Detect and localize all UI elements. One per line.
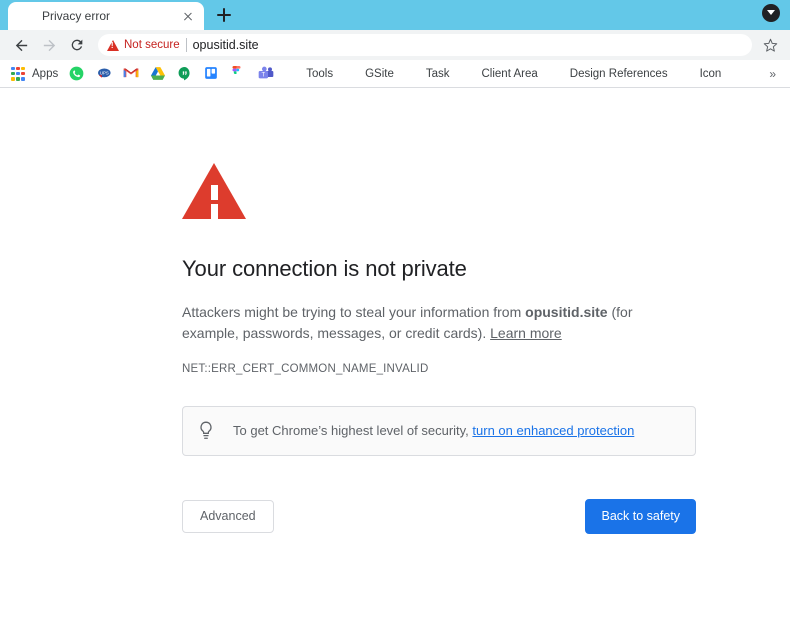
bookmark-folder-task[interactable]: Task bbox=[400, 63, 455, 85]
hangouts-icon bbox=[177, 66, 193, 82]
folder-icon bbox=[549, 66, 565, 82]
advanced-button[interactable]: Advanced bbox=[182, 500, 274, 533]
back-arrow-icon[interactable] bbox=[8, 32, 34, 58]
browser-tab[interactable]: Privacy error bbox=[8, 2, 204, 30]
bookmark-label: GSite bbox=[365, 67, 394, 80]
bookmark-label: Client Area bbox=[481, 67, 538, 80]
page-title: Your connection is not private bbox=[182, 256, 467, 281]
bookmark-microsoft-teams[interactable]: T bbox=[253, 63, 279, 85]
profile-avatar-icon[interactable] bbox=[762, 4, 780, 22]
learn-more-link[interactable]: Learn more bbox=[490, 325, 562, 341]
folder-icon bbox=[285, 66, 301, 82]
svg-text:UPS: UPS bbox=[100, 70, 109, 75]
red-warning-triangle bbox=[182, 163, 246, 219]
bookmark-apps[interactable]: Apps bbox=[6, 63, 63, 85]
close-icon[interactable] bbox=[180, 8, 196, 24]
microsoft-teams-icon: T bbox=[258, 66, 274, 82]
bookmark-label: Task bbox=[425, 67, 450, 80]
ssl-interstitial: Your connection is not private Attackers… bbox=[182, 88, 698, 534]
enhanced-protection-tip: To get Chrome’s highest level of securit… bbox=[182, 406, 696, 456]
tab-strip: Privacy error bbox=[0, 0, 790, 30]
bookmarks-overflow-button[interactable]: » bbox=[769, 67, 776, 81]
bookmark-folder-client-area[interactable]: Client Area bbox=[456, 63, 543, 85]
browser-toolbar: Not secure opusitid.site bbox=[0, 30, 790, 60]
security-label: Not secure bbox=[124, 39, 180, 51]
bookmark-hangouts[interactable] bbox=[172, 63, 198, 85]
bookmark-figma[interactable] bbox=[226, 63, 252, 85]
trello-icon bbox=[204, 66, 220, 82]
folder-icon bbox=[344, 66, 360, 82]
folder-icon bbox=[405, 66, 421, 82]
turn-on-enhanced-protection-link[interactable]: turn on enhanced protection bbox=[472, 423, 634, 438]
bookmark-folder-gsite[interactable]: GSite bbox=[339, 63, 399, 85]
lightbulb-icon bbox=[197, 420, 215, 442]
bookmark-trello[interactable] bbox=[199, 63, 225, 85]
bookmark-label: Design References bbox=[569, 67, 668, 80]
bookmark-upsd[interactable]: UPS bbox=[91, 63, 117, 85]
url-text: opusitid.site bbox=[192, 38, 259, 52]
gmail-icon bbox=[123, 66, 139, 82]
figma-icon bbox=[231, 65, 247, 82]
google-drive-icon bbox=[150, 66, 166, 82]
bookmark-apps-label: Apps bbox=[32, 67, 59, 80]
reload-icon[interactable] bbox=[64, 32, 90, 58]
whatsapp-icon bbox=[69, 66, 85, 82]
bookmark-google-drive[interactable] bbox=[145, 63, 171, 85]
svg-text:T: T bbox=[262, 72, 266, 78]
warning-triangle-icon bbox=[107, 39, 119, 51]
address-bar[interactable]: Not secure opusitid.site bbox=[98, 34, 752, 56]
back-to-safety-button[interactable]: Back to safety bbox=[585, 499, 696, 534]
interstitial-actions: Advanced Back to safety bbox=[182, 499, 696, 534]
apps-grid-icon bbox=[11, 66, 27, 82]
error-description-part1: Attackers might be trying to steal your … bbox=[182, 304, 526, 320]
globe-icon bbox=[18, 8, 34, 24]
bookmark-folder-icon[interactable]: Icon bbox=[674, 63, 727, 85]
bookmark-whatsapp[interactable] bbox=[64, 63, 90, 85]
tab-title: Privacy error bbox=[42, 9, 111, 23]
folder-icon bbox=[461, 66, 477, 82]
bookmark-gmail[interactable] bbox=[118, 63, 144, 85]
bookmark-label: Tools bbox=[306, 67, 334, 80]
page-content: Your connection is not private Attackers… bbox=[0, 88, 790, 618]
error-code: NET::ERR_CERT_COMMON_NAME_INVALID bbox=[182, 363, 429, 375]
new-tab-button[interactable] bbox=[210, 1, 238, 29]
tab-strip-right-controls bbox=[762, 4, 780, 22]
upsd-icon: UPS bbox=[96, 66, 112, 82]
tip-text-lead: To get Chrome’s highest level of securit… bbox=[233, 423, 473, 438]
error-domain: opusitid.site bbox=[525, 304, 608, 320]
bookmarks-bar: Apps UPS T Tools GSite Task Client Area … bbox=[0, 60, 790, 88]
folder-icon bbox=[679, 66, 695, 82]
bookmark-folder-design-references[interactable]: Design References bbox=[544, 63, 673, 85]
bookmark-label: Icon bbox=[699, 67, 722, 80]
error-description: Attackers might be trying to steal your … bbox=[182, 302, 664, 344]
site-security-badge[interactable]: Not secure bbox=[107, 39, 180, 51]
omnibox-divider bbox=[185, 38, 187, 52]
star-icon[interactable] bbox=[758, 33, 782, 57]
tip-text: To get Chrome’s highest level of securit… bbox=[233, 422, 634, 440]
forward-arrow-icon bbox=[36, 32, 62, 58]
bookmark-folder-tools[interactable]: Tools bbox=[280, 63, 338, 85]
